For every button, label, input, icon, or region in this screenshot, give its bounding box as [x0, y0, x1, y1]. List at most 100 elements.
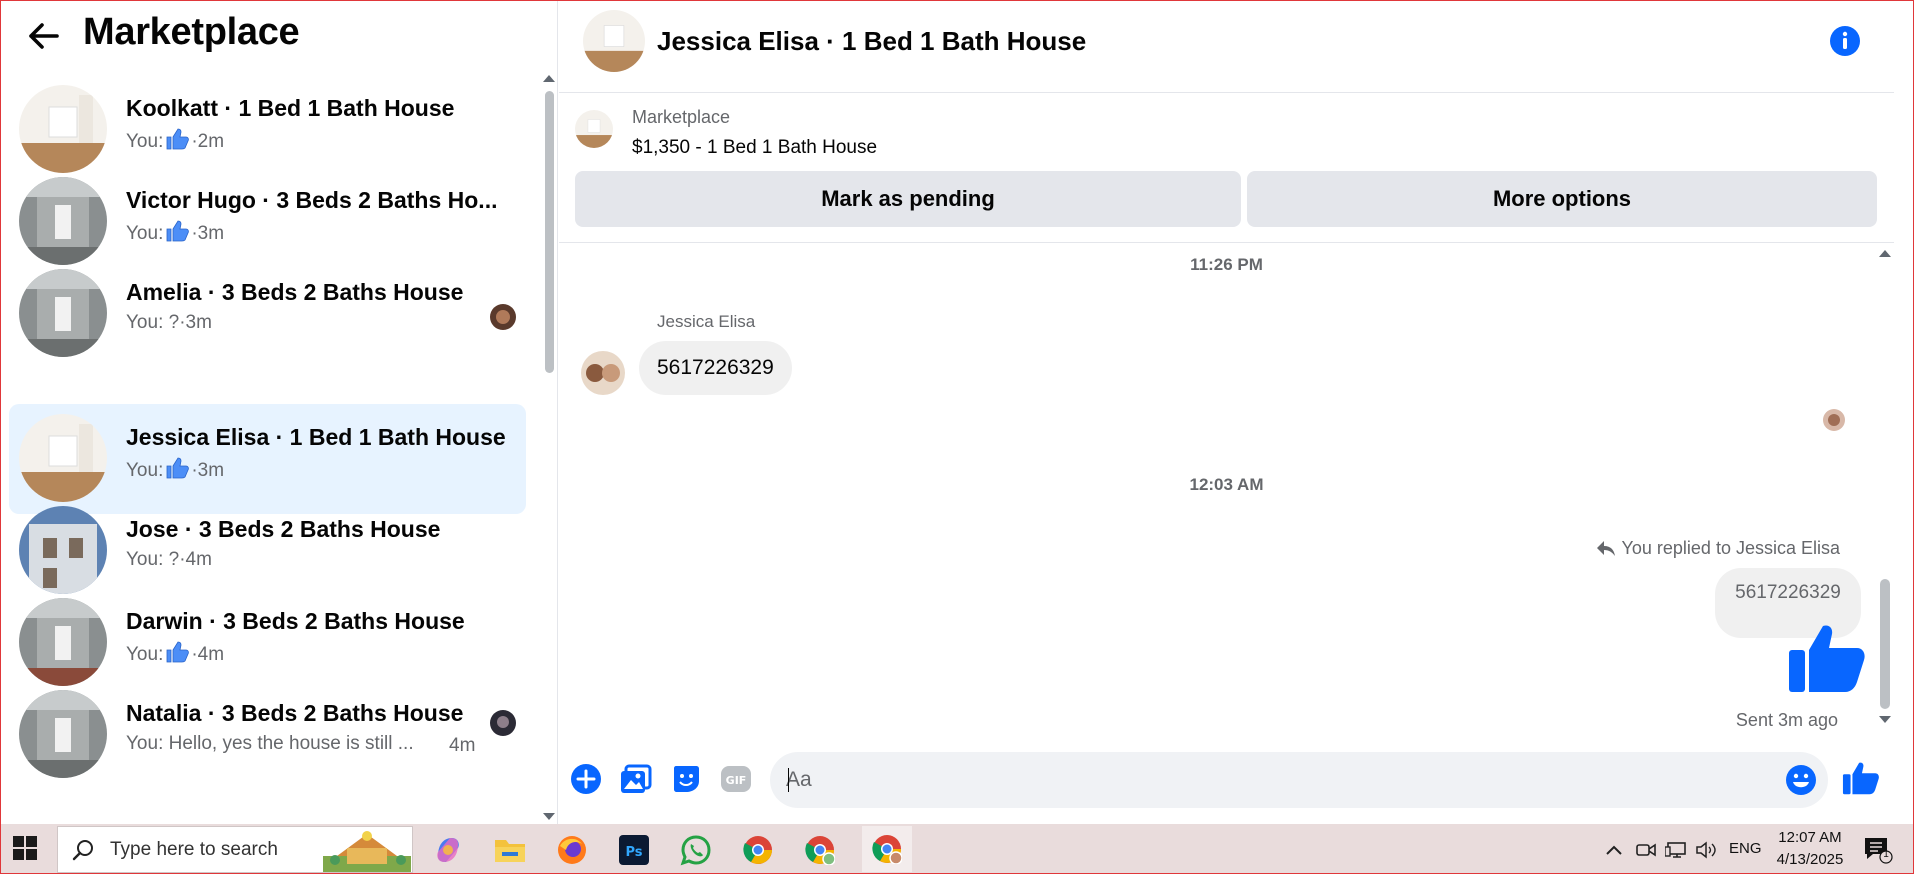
- message-timestamp: 11:26 PM: [1190, 255, 1263, 274]
- meet-now-icon[interactable]: [1635, 839, 1657, 861]
- copilot-icon: [437, 838, 459, 862]
- windows-taskbar: Type here to search Ps ENG 12:07 AM 4/13…: [1, 824, 1913, 873]
- info-button[interactable]: [1829, 25, 1861, 57]
- scroll-up-arrow[interactable]: [543, 75, 555, 82]
- chrome-icon: [872, 835, 902, 864]
- page-title: Marketplace: [83, 11, 300, 53]
- preview-prefix: You:: [126, 460, 164, 481]
- folder-icon: [495, 840, 525, 862]
- gif-button[interactable]: GIF: [719, 762, 753, 796]
- reply-note-text: You replied to Jessica Elisa: [1621, 538, 1840, 558]
- chat-header: Jessica Elisa · 1 Bed 1 Bath House: [559, 1, 1894, 93]
- back-arrow-icon: [29, 23, 59, 49]
- info-icon: [1830, 26, 1860, 56]
- message-input-wrapper: [770, 752, 1828, 808]
- conversation-scrollbar[interactable]: [543, 73, 555, 823]
- scrollbar-thumb[interactable]: [1880, 579, 1890, 709]
- volume-icon[interactable]: [1695, 839, 1717, 861]
- sticker-button[interactable]: [669, 762, 703, 796]
- sticker-icon: [674, 766, 699, 792]
- message-thread: 11:26 PM Jessica Elisa 5617226329 12:03 …: [559, 244, 1894, 734]
- listing-thumbnail: [19, 506, 107, 594]
- more-options-button[interactable]: More options: [1247, 171, 1877, 227]
- scroll-down-arrow[interactable]: [543, 813, 555, 820]
- scroll-up-arrow[interactable]: [1879, 250, 1891, 257]
- chat-title[interactable]: Jessica Elisa · 1 Bed 1 Bath House: [657, 26, 1086, 57]
- conversation-preview: You: Hello, yes the house is still ...: [126, 733, 414, 755]
- emoji-icon: [1786, 765, 1816, 795]
- taskbar-firefox[interactable]: [552, 830, 592, 870]
- listing-source: Marketplace: [632, 107, 731, 127]
- preview-time: ·4m: [179, 549, 212, 570]
- message-composer: GIF: [559, 734, 1894, 824]
- back-button[interactable]: [23, 15, 65, 57]
- conversation-title: Jessica Elisa · 1 Bed 1 Bath House: [126, 424, 506, 450]
- sender-avatar[interactable]: [581, 351, 625, 395]
- seen-avatar: [490, 304, 516, 330]
- scrollbar-thumb[interactable]: [545, 91, 554, 373]
- conversation-title: Jose · 3 Beds 2 Baths House: [126, 516, 441, 542]
- preview-prefix: You: ?: [126, 549, 180, 570]
- attach-photo-button[interactable]: [619, 762, 653, 796]
- preview-time: ·4m: [191, 644, 225, 665]
- reply-note: You replied to Jessica Elisa: [1596, 538, 1840, 559]
- clock-date[interactable]: 4/13/2025: [1769, 851, 1851, 868]
- windows-icon: [13, 836, 37, 860]
- seen-avatar: [1823, 409, 1845, 431]
- like-sticker-icon[interactable]: [1787, 620, 1867, 700]
- incoming-message-bubble[interactable]: 5617226329: [639, 341, 792, 395]
- conversation-title: Koolkatt · 1 Bed 1 Bath House: [126, 95, 455, 121]
- preview-time: ·3m: [191, 460, 225, 481]
- taskbar-file-explorer[interactable]: [490, 830, 530, 870]
- conversation-item[interactable]: Natalia · 3 Beds 2 Baths House You: Hell…: [9, 680, 526, 790]
- sender-name: Jessica Elisa: [657, 312, 756, 331]
- like-icon: [165, 128, 190, 156]
- sent-status: Sent 3m ago: [1735, 710, 1838, 730]
- taskbar-chrome-profile-1[interactable]: [800, 830, 840, 870]
- mark-as-pending-button[interactable]: Mark as pending: [575, 171, 1241, 227]
- input-language[interactable]: ENG: [1729, 840, 1762, 857]
- text-caret: [788, 768, 789, 792]
- conversation-preview: You: ·3m: [126, 457, 224, 485]
- conversation-title: Natalia · 3 Beds 2 Baths House: [126, 700, 464, 726]
- clock-time[interactable]: 12:07 AM: [1775, 829, 1845, 846]
- message-timestamp: 12:03 AM: [1189, 475, 1264, 494]
- chrome-icon: [743, 836, 772, 864]
- listing-thumbnail[interactable]: [583, 10, 645, 72]
- show-hidden-icons-chevron-icon[interactable]: [1603, 839, 1625, 861]
- scroll-down-arrow[interactable]: [1879, 716, 1891, 723]
- conversation-title: Darwin · 3 Beds 2 Baths House: [126, 608, 465, 634]
- conversation-item[interactable]: Amelia · 3 Beds 2 Baths House You: ? ·3m: [9, 259, 526, 369]
- message-input[interactable]: [786, 752, 1766, 808]
- listing-price-title[interactable]: $1,350 - 1 Bed 1 Bath House: [632, 137, 877, 159]
- taskbar-copilot[interactable]: [428, 830, 468, 870]
- gif-icon: GIF: [721, 766, 751, 792]
- panel-header: Marketplace: [1, 1, 558, 71]
- photoshop-icon: Ps: [619, 835, 649, 865]
- send-like-button[interactable]: [1842, 760, 1880, 798]
- thread-scrollbar[interactable]: [1878, 244, 1892, 734]
- preview-time: 4m: [449, 735, 476, 756]
- emoji-button[interactable]: [1784, 763, 1818, 797]
- conversation-preview: You: ·3m: [126, 220, 224, 248]
- app-window: Marketplace Koolkatt · 1 Bed 1 Bath Hous…: [0, 0, 1914, 874]
- preview-prefix: You:: [126, 131, 164, 152]
- taskbar-whatsapp[interactable]: [676, 830, 716, 870]
- listing-thumbnail: [19, 598, 107, 686]
- more-actions-button[interactable]: [569, 762, 603, 796]
- start-button[interactable]: [13, 836, 39, 862]
- conversation-preview: You: ? ·3m: [126, 312, 212, 334]
- taskbar-chrome-profile-2[interactable]: [862, 826, 912, 872]
- notification-center-button[interactable]: 1: [1863, 836, 1893, 864]
- listing-thumbnail: [575, 110, 613, 148]
- taskbar-photoshop[interactable]: Ps: [614, 830, 654, 870]
- firefox-icon: [558, 836, 586, 864]
- taskbar-chrome[interactable]: [738, 830, 778, 870]
- conversation-preview: You: ? ·4m: [126, 549, 212, 571]
- network-icon[interactable]: [1665, 839, 1687, 861]
- preview-prefix: You: Hello, yes the house is still ...: [126, 733, 414, 754]
- like-icon: [165, 220, 190, 248]
- like-icon: [165, 641, 190, 669]
- search-highlight-illustration: [323, 826, 411, 872]
- whatsapp-icon: [680, 835, 711, 866]
